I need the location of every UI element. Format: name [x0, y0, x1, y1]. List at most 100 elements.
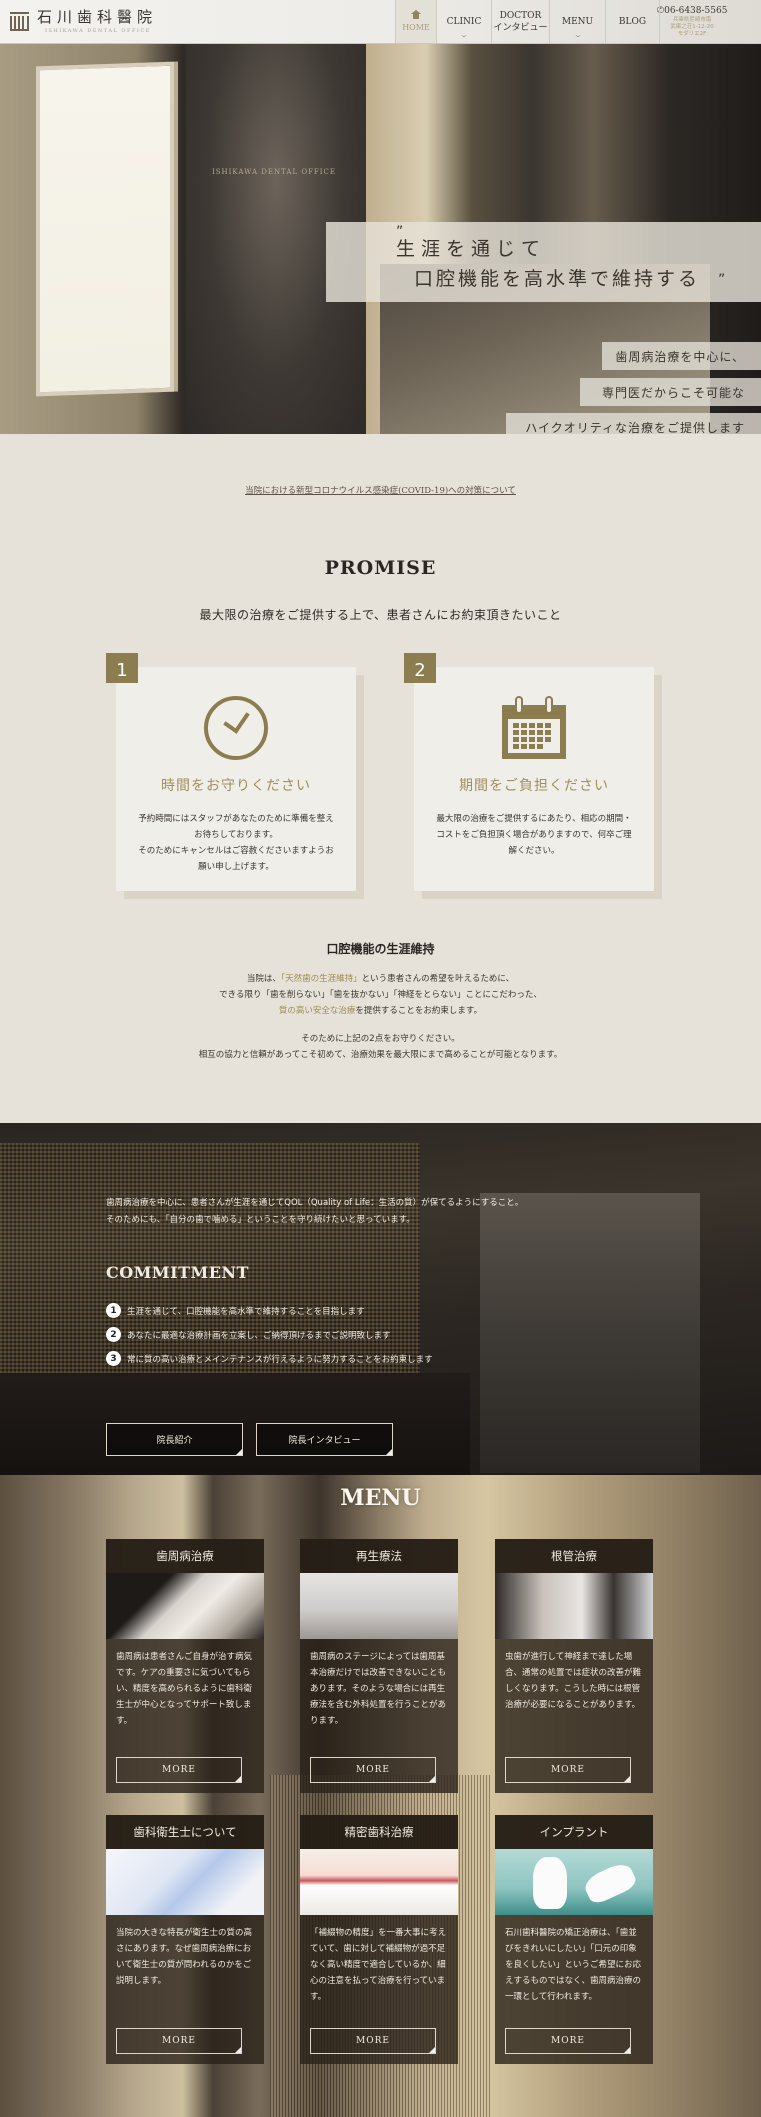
card-body-line: 願い申し上げます。 — [198, 862, 274, 872]
text: そのためにも、「自分の歯で噛める」ということを守り続けたいと思っています。 — [106, 1215, 415, 1225]
text: を提供することをお約束します。 — [355, 1006, 483, 1016]
nav-doctor-interview[interactable]: DOCTOR インタビュー — [491, 0, 549, 43]
card-body-line: 予約時間にはスタッフがあなたのために準備を整え — [138, 814, 334, 824]
commitment-title: COMMITMENT — [106, 1263, 249, 1282]
address-line: モダリエ2F — [677, 30, 707, 37]
covid-notice-link[interactable]: 当院における新型コロナウイルス感染症(COVID-19)への対策について — [245, 486, 516, 496]
menu-card-regenerative: 再生療法 歯周病のステージによっては歯周基本治療だけでは改善できないこともありま… — [300, 1539, 458, 1793]
nav-menu[interactable]: MENU ⌄ — [549, 0, 605, 43]
card-body-line: コストをご負担頂く場合がありますので、何卒ご理 — [436, 830, 632, 840]
card-body: 最大限の治療をご提供するにあたり、相応の期間・ コストをご負担頂く場合があります… — [414, 811, 654, 859]
button-label: MORE — [551, 2036, 585, 2046]
quote-close-mark: ” — [718, 272, 726, 288]
menu-card-implant: インプラント 石川歯科醫院の矯正治療は、「歯並びをきれいにしたい」「口元の印象を… — [495, 1815, 653, 2064]
promise-subtitle: 最大限の治療をご提供する上で、患者さんにお約束頂きたいこと — [199, 608, 562, 622]
menu-card-body: 「補綴物の精度」を一番大事に考えていて、歯に対して補綴物が過不足なく高い精度で適… — [310, 1928, 447, 2002]
oral-function-section: 口腔機能の生涯維持 当院は、「天然歯の生涯維持」という患者さんの希望を叶えるため… — [0, 940, 761, 1063]
home-icon — [411, 9, 421, 19]
promise-section: PROMISE 最大限の治療をご提供する上で、患者さんにお約束頂きたいこと 1 … — [0, 557, 761, 1063]
more-button[interactable]: MORE — [116, 1757, 242, 1783]
menu-card-image — [300, 1573, 458, 1639]
hero-tagline: ハイクオリティな治療をご提供します — [506, 413, 761, 434]
promise-card: 2 期間をご負担ください 最大限の治療をご提供するにあたり、相応の期間・ コスト… — [404, 653, 654, 891]
nav-blog[interactable]: BLOG — [605, 0, 660, 43]
menu-card-image — [495, 1573, 653, 1639]
more-button[interactable]: MORE — [505, 2028, 631, 2054]
menu-card-title: 根管治療 — [495, 1539, 653, 1573]
card-body-line: そのためにキャンセルはご容赦くださいますようお — [138, 846, 334, 856]
more-button[interactable]: MORE — [310, 1757, 436, 1783]
menu-card-title: 再生療法 — [300, 1539, 458, 1573]
menu-card-image — [106, 1849, 264, 1915]
phone-link[interactable]: ✆06-6438-5565 — [657, 6, 728, 16]
text: 当院は、 — [246, 974, 281, 984]
nav-clinic[interactable]: CLINIC ⌄ — [436, 0, 491, 43]
hero-door-sign: ISHIKAWA DENTAL OFFICE — [212, 168, 337, 176]
hero-signboard — [36, 61, 174, 397]
card-body-line: 最大限の治療をご提供するにあたり、相応の期間・ — [436, 814, 632, 824]
menu-title: MENU — [340, 1485, 421, 1511]
logo-mark-icon — [10, 12, 29, 31]
corner-arrow-icon — [235, 2047, 241, 2053]
more-button[interactable]: MORE — [505, 1757, 631, 1783]
phone-number: 06-6438-5565 — [664, 5, 728, 16]
menu-card-image — [495, 1849, 653, 1915]
nav-blog-label: BLOG — [618, 16, 647, 27]
number-badge: 1 — [106, 1303, 121, 1318]
director-profile-button[interactable]: 院長紹介 — [106, 1423, 243, 1456]
commitment-intro: 歯周病治療を中心に、患者さんが生涯を通じてQOL（Quality of Life… — [106, 1195, 523, 1229]
card-number: 1 — [106, 653, 138, 683]
tooth-icon — [533, 1857, 567, 1909]
commitment-section: 歯周病治療を中心に、患者さんが生涯を通じてQOL（Quality of Life… — [0, 1123, 761, 1475]
card-number: 2 — [404, 653, 436, 683]
highlight-text: 「天然歯の生涯維持」 — [280, 974, 362, 984]
nav-doctor-label: DOCTOR — [499, 10, 542, 21]
menu-card-title: 精密歯科治療 — [300, 1815, 458, 1849]
commitment-list: 1 生涯を通じて、口腔機能を高水準で維持することを目指します 2 あなたに最適な治療… — [106, 1302, 523, 1367]
button-label: MORE — [551, 1765, 585, 1775]
commitment-item: 3 常に質の高い治療とメインテナンスが行えるように努力することをお約束します — [106, 1350, 523, 1367]
hero-quote-line1: 生涯を通じて — [396, 238, 547, 260]
covid-notice: 当院における新型コロナウイルス感染症(COVID-19)への対策について — [0, 434, 761, 557]
menu-card-image — [106, 1573, 264, 1639]
number-badge: 3 — [106, 1351, 121, 1366]
chevron-down-icon: ⌄ — [459, 31, 469, 39]
oral-paragraph: 当院は、「天然歯の生涯維持」という患者さんの希望を叶えるために、 できる限り「歯… — [0, 971, 761, 1019]
text: できる限り「歯を削らない」「歯を抜かない」「神経をとらない」ことにこだわった、 — [219, 990, 542, 1000]
calendar-icon — [502, 696, 566, 759]
hero-tagline: 歯周病治療を中心に、 — [602, 342, 761, 370]
card-body-line: 解ください。 — [508, 846, 560, 856]
menu-card-precision: 精密歯科治療 「補綴物の精度」を一番大事に考えていて、歯に対して補綴物が過不足な… — [300, 1815, 458, 2064]
text: という患者さんの希望を叶えるために、 — [361, 974, 515, 984]
more-button[interactable]: MORE — [310, 2028, 436, 2054]
nav-clinic-label: CLINIC — [446, 16, 482, 27]
commitment-item: 2 あなたに最適な治療計画を立案し、ご納得頂けるまでご説明致します — [106, 1326, 523, 1343]
menu-card-title: 歯科衛生士について — [106, 1815, 264, 1849]
card-title: 時間をお守りください — [161, 778, 311, 794]
logo-title: 石川歯科醫院 — [37, 8, 158, 26]
promise-card: 1 時間をお守りください 予約時間にはスタッフがあなたのために準備を整え お待ち… — [106, 653, 356, 891]
button-label: MORE — [356, 2036, 390, 2046]
menu-card-image — [300, 1849, 458, 1915]
corner-arrow-icon — [236, 1449, 242, 1455]
nav-home[interactable]: HOME — [395, 0, 436, 43]
card-body: 予約時間にはスタッフがあなたのために準備を整え お待ちしております。 そのために… — [116, 811, 356, 875]
oral-title: 口腔機能の生涯維持 — [326, 942, 435, 956]
hero-quote: ” 生涯を通じて 口腔機能を高水準で維持する ” — [326, 222, 761, 302]
text: 歯周病治療を中心に、患者さんが生涯を通じてQOL（Quality of Life… — [106, 1198, 524, 1208]
logo[interactable]: 石川歯科醫院 ISHIKAWA DENTAL OFFICE — [0, 0, 395, 43]
number-badge: 2 — [106, 1327, 121, 1342]
more-button[interactable]: MORE — [116, 2028, 242, 2054]
site-header: 石川歯科醫院 ISHIKAWA DENTAL OFFICE HOME CLINI… — [0, 0, 761, 44]
nav-home-label: HOME — [402, 22, 430, 32]
director-interview-button[interactable]: 院長インタビュー — [256, 1423, 393, 1456]
text: 相互の協力と信頼があってこそ初めて、治療効果を最大限にまで高めることが可能となり… — [198, 1050, 563, 1060]
implant-icon — [581, 1859, 639, 1907]
address-line: 武庫之荘1-12-20 — [670, 23, 714, 30]
corner-arrow-icon — [386, 1449, 392, 1455]
corner-arrow-icon — [429, 1776, 435, 1782]
menu-card-body: 石川歯科醫院の矯正治療は、「歯並びをきれいにしたい」「口元の印象を良くしたい」と… — [505, 1928, 642, 2002]
menu-card-title: インプラント — [495, 1815, 653, 1849]
main-nav: HOME CLINIC ⌄ DOCTOR インタビュー MENU ⌄ BLOG … — [395, 0, 761, 43]
address-line: 兵庫県尼崎市南 — [672, 16, 712, 23]
